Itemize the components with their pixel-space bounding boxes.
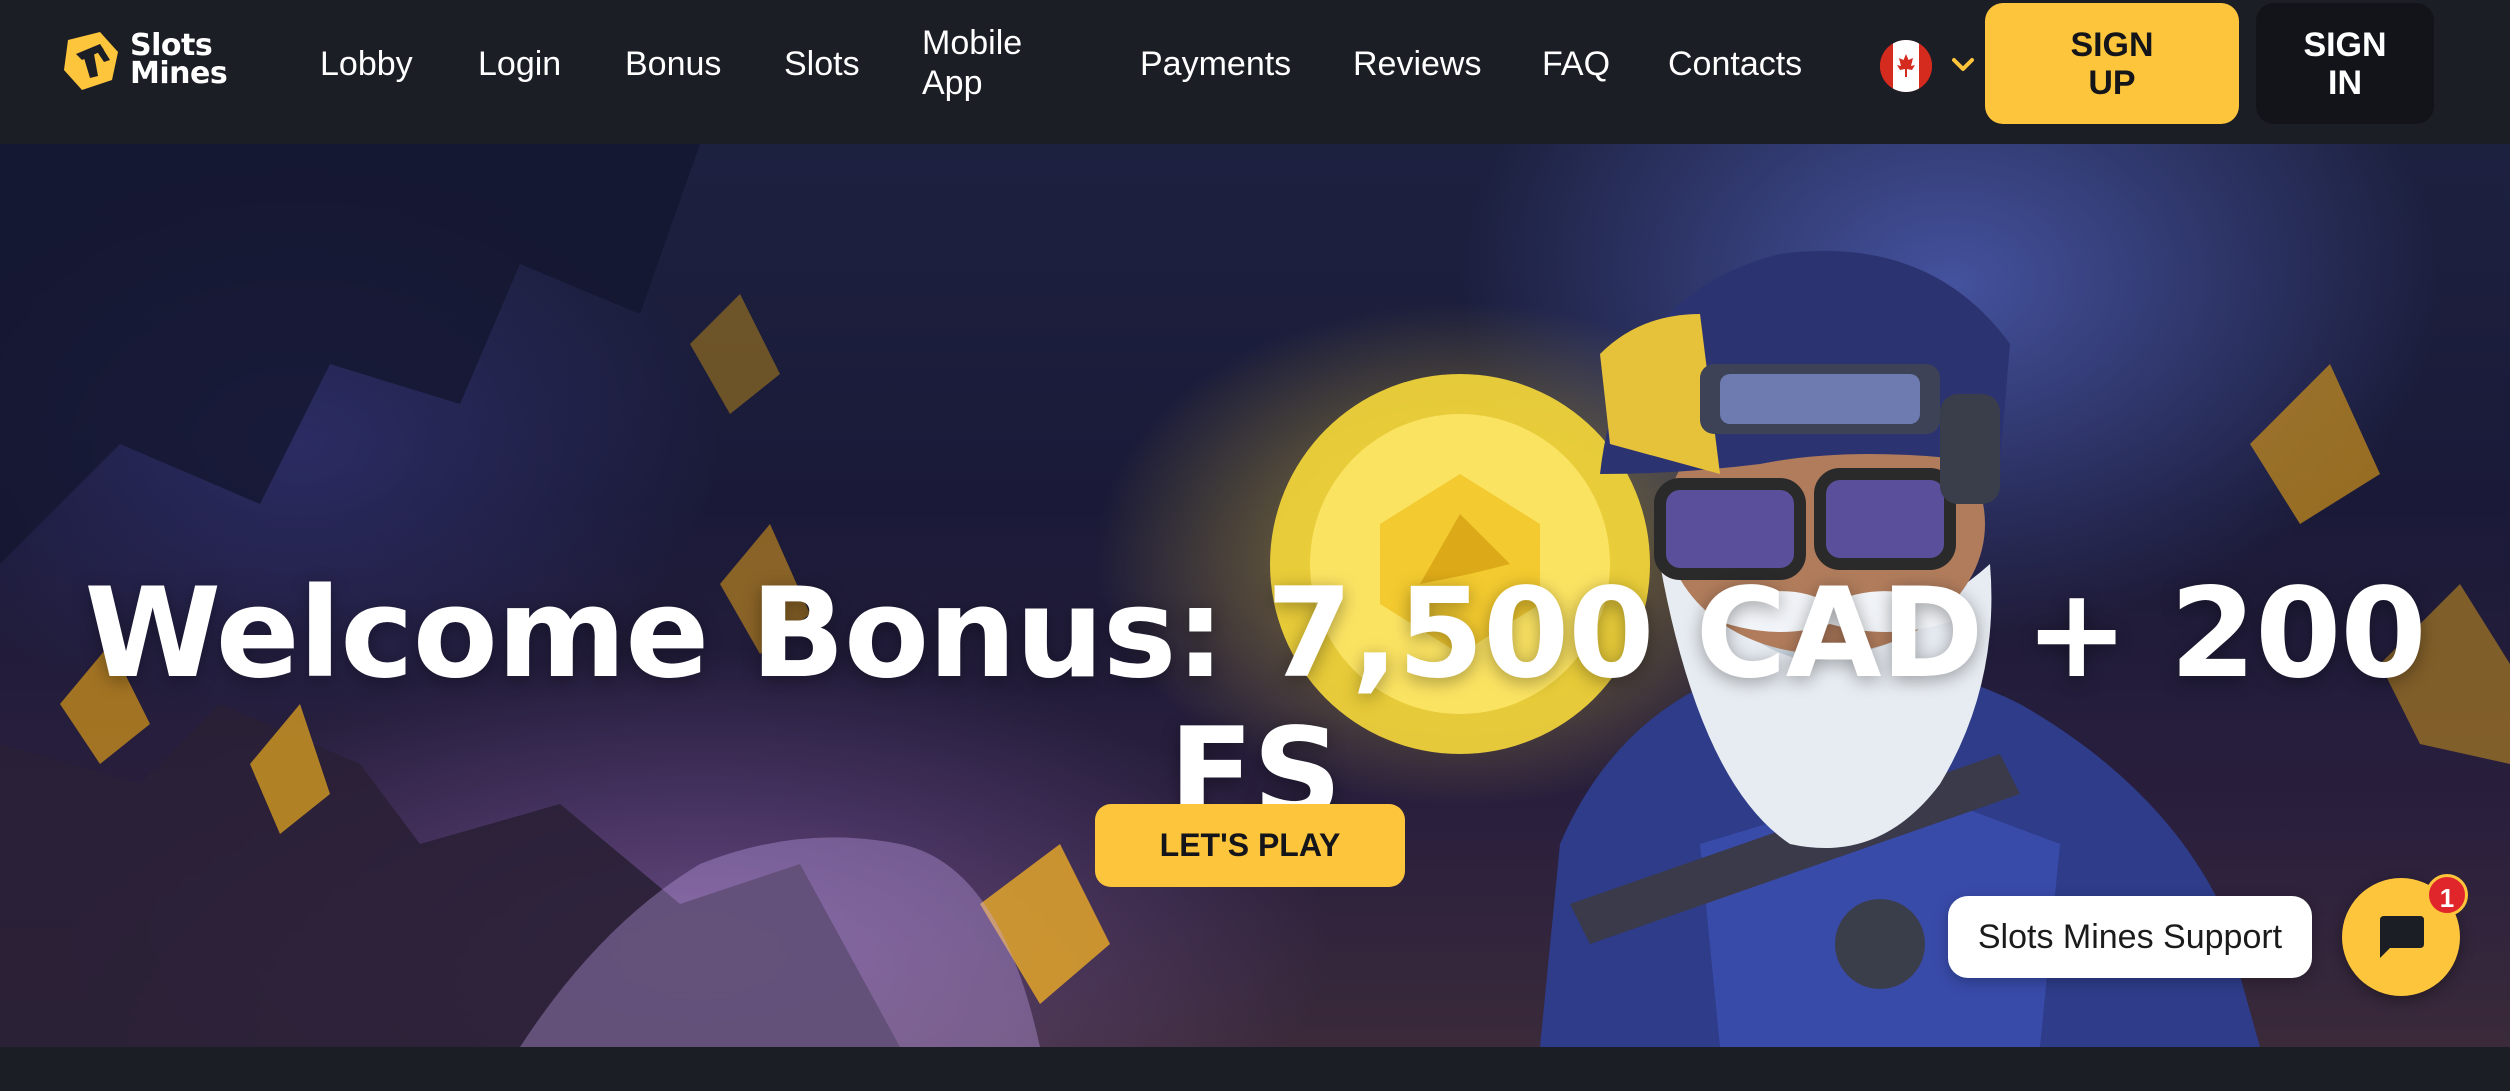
hero-banner: Welcome Bonus: 7,500 CAD + 200 FS LET'S … — [0, 144, 2510, 1047]
nav-login[interactable]: Login — [478, 44, 561, 84]
site-logo[interactable]: Slots Mines — [60, 28, 230, 94]
welcome-bonus-headline: Welcome Bonus: 7,500 CAD + 200 FS — [84, 562, 2426, 846]
nav-lobby[interactable]: Lobby — [320, 44, 413, 84]
site-header: Slots Mines Lobby Login Bonus Slots Mobi… — [0, 0, 2510, 144]
brand-line-2: Mines — [130, 56, 228, 91]
unread-count-badge: 1 — [2426, 874, 2468, 916]
nav-faq[interactable]: FAQ — [1542, 44, 1610, 84]
sign-up-button[interactable]: SIGN UP — [1985, 3, 2239, 124]
nav-bonus[interactable]: Bonus — [625, 44, 721, 84]
chevron-down-icon[interactable] — [1948, 50, 1978, 80]
nav-mobile-app[interactable]: Mobile App — [922, 23, 1042, 103]
nav-payments[interactable]: Payments — [1140, 44, 1291, 84]
brand-name: Slots Mines — [130, 31, 228, 91]
chat-icon — [2380, 916, 2424, 958]
lets-play-button[interactable]: LET'S PLAY — [1095, 804, 1405, 887]
sign-in-label: SIGN IN — [2303, 25, 2387, 102]
nav-contacts[interactable]: Contacts — [1668, 44, 1802, 84]
canada-flag-icon[interactable] — [1880, 40, 1932, 92]
sign-up-label: SIGN UP — [2070, 25, 2154, 102]
pickaxe-logo-icon — [64, 32, 118, 90]
support-chat-label[interactable]: Slots Mines Support — [1948, 896, 2312, 978]
nav-slots[interactable]: Slots — [784, 44, 860, 84]
page-content-strip — [0, 1047, 2510, 1091]
nav-reviews[interactable]: Reviews — [1353, 44, 1481, 84]
sign-in-button[interactable]: SIGN IN — [2256, 3, 2434, 124]
